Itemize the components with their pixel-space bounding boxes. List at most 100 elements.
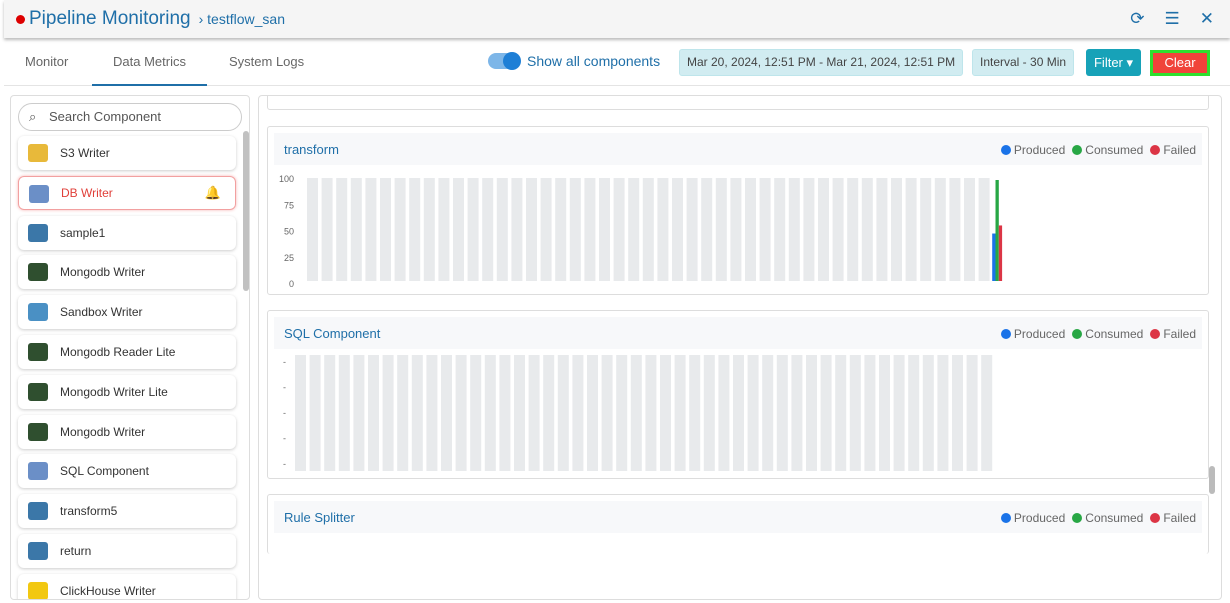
bar-slot [587,355,598,471]
y-tick-label: 75 [284,200,294,210]
bar-slot [382,355,394,471]
mongodb-icon [28,263,48,282]
sidebar-scrollbar[interactable] [243,131,249,291]
chart-card-transform: transform Produced Consumed Failed 100 75 50 2… [267,126,1209,295]
bar-slot [818,178,829,281]
component-name: transform5 [60,504,118,519]
python-icon [28,502,48,521]
legend-label: Produced [1013,511,1066,525]
bar-slot [803,178,815,281]
bar-slot [908,355,920,471]
bar-slot [759,178,771,281]
bar-slot [307,178,318,281]
bar-slot [730,178,742,281]
bar-slot [905,178,917,281]
component-name: Mongodb Reader Lite [60,344,176,359]
breadcrumb[interactable]: › testflow_san [199,11,285,27]
component-name: DB Writer [61,185,113,200]
bar-slot [543,355,555,471]
component-name: return [60,543,92,558]
bar-slot [324,355,336,471]
search-input[interactable]: ⌕ Search Component [18,103,242,131]
list-item[interactable]: DB Writer 🔔 [18,175,236,210]
component-name: Mongodb Writer [60,424,146,439]
bar-slot [441,355,452,471]
filter-button[interactable]: Filter ▾ [1086,49,1141,76]
bar-slot [762,355,774,471]
bar-slot [937,355,949,471]
legend-dot-icon [1072,145,1083,155]
bar-slot [309,355,321,471]
bar-slot [409,178,421,281]
component-name: Sandbox Writer [60,305,143,320]
date-range-chip[interactable]: Mar 20, 2024, 12:51 PM - Mar 21, 2024, 1… [679,49,964,76]
bar-slot [601,355,613,471]
bar-slot [455,355,467,471]
list-item[interactable]: Sandbox Writer [18,295,236,329]
header: Pipeline Monitoring › testflow_san ⟳ ☰ ✕ [4,0,1230,38]
show-all-toggle[interactable] [488,52,521,70]
sandbox-icon [28,303,48,322]
main-scrollbar[interactable] [1209,466,1215,494]
bar-slot [747,355,759,471]
bar-slot [791,355,803,471]
bar-slot [453,178,464,281]
close-icon[interactable]: ✕ [1200,9,1214,29]
list-item[interactable]: transform5 [18,494,236,528]
interval-chip[interactable]: Interval - 30 Min [972,49,1075,76]
mongodb-icon [28,422,48,441]
refresh-icon[interactable]: ⟳ [1130,9,1144,29]
component-name: SQL Component [60,464,149,479]
list-item[interactable]: Mongodb Writer [18,255,236,289]
y-tick-label: 50 [284,227,294,237]
bar-slot [981,355,993,471]
legend-dot-icon [1150,329,1161,339]
bar-slot [511,178,523,281]
tab-data-metrics[interactable]: Data Metrics [92,40,207,86]
metrics-panel: transform Produced Consumed Failed 100 75 50 2… [258,95,1222,600]
chart-card-previous [267,96,1209,110]
bar-slot [557,355,569,471]
y-tick-label: - [283,459,286,469]
list-item[interactable]: Mongodb Writer Lite [18,375,236,409]
show-all-label[interactable]: Show all components [527,53,660,69]
bar-slot [820,355,832,471]
list-item[interactable]: SQL Component [18,454,236,488]
legend-produced: Produced [1000,327,1066,341]
legend-consumed: Consumed [1072,143,1143,157]
bar-slot [701,178,713,281]
legend-produced: Produced [1000,143,1065,157]
bar-slot [660,355,671,471]
bar-slot [438,178,450,281]
legend-label: Produced [1013,327,1066,341]
breadcrumb-pipeline[interactable]: testflow_san [207,11,285,27]
bar-consumed[interactable] [995,180,999,281]
bar-slot [411,355,423,471]
tab-monitor[interactable]: Monitor [4,40,89,86]
bar-produced[interactable] [992,233,996,281]
list-item[interactable]: Mongodb Writer [18,415,236,449]
bar-slot [774,178,786,281]
bell-icon[interactable]: 🔔 [205,185,221,201]
chart-title: Rule Splitter [284,510,355,525]
list-item[interactable]: return [18,534,236,568]
list-item[interactable]: sample1 [18,216,236,250]
bar-slot [674,355,686,471]
legend-label: Failed [1163,143,1196,157]
list-icon[interactable]: ☰ [1165,9,1180,29]
clear-button[interactable]: Clear [1150,50,1210,76]
bar-slot [423,178,435,281]
bar-slot [321,178,333,281]
bar-slot [584,178,596,281]
mongodb-icon [28,342,48,361]
tab-system-logs[interactable]: System Logs [208,40,325,86]
list-item[interactable]: ClickHouse Writer [18,574,236,599]
bar-slot [788,178,800,281]
chart-card-sql-component: SQL Component Produced Consumed Failed ----… [267,310,1209,479]
bar-failed[interactable] [998,225,1003,281]
bar-slot [353,355,365,471]
bar-slot [847,178,859,281]
list-item[interactable]: S3 Writer [18,136,236,170]
bar-slot [864,355,876,471]
list-item[interactable]: Mongodb Reader Lite [18,335,236,369]
